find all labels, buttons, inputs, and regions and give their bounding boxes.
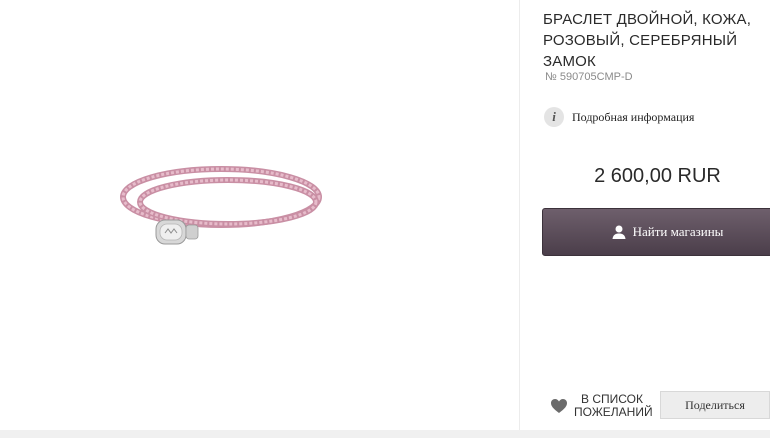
wishlist-label: В СПИСОК ПОЖЕЛАНИЙ — [574, 392, 653, 419]
product-title: БРАСЛЕТ ДВОЙНОЙ, КОЖА, РОЗОВЫЙ, СЕРЕБРЯН… — [543, 11, 752, 70]
bracelet-image[interactable] — [108, 150, 338, 260]
info-icon: i — [544, 107, 564, 127]
product-sku: № 590705CMP-D — [545, 71, 633, 83]
product-image-pane — [0, 0, 520, 430]
product-price: 2 600,00 RUR — [594, 165, 721, 187]
find-stores-label: Найти магазины — [632, 224, 724, 239]
details-label: Подробная информация — [572, 109, 695, 124]
heart-icon — [551, 399, 567, 413]
wishlist-button[interactable]: В СПИСОК ПОЖЕЛАНИЙ — [550, 392, 653, 419]
person-icon — [612, 225, 626, 239]
details-link[interactable]: i Подробная информация — [544, 107, 694, 127]
product-info-pane: БРАСЛЕТ ДВОЙНОЙ, КОЖА, РОЗОВЫЙ, СЕРЕБРЯН… — [520, 0, 770, 430]
find-stores-button[interactable]: Найти магазины — [542, 208, 770, 256]
share-button[interactable]: Поделиться — [660, 391, 770, 419]
product-page: БРАСЛЕТ ДВОЙНОЙ, КОЖА, РОЗОВЫЙ, СЕРЕБРЯН… — [0, 0, 770, 438]
bottom-divider — [0, 430, 770, 438]
